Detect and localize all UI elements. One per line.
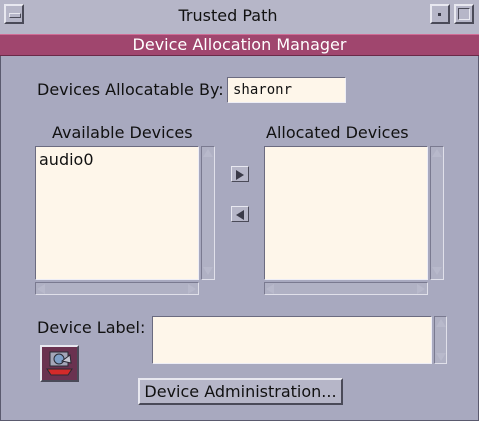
allocated-devices-heading: Allocated Devices (266, 123, 409, 142)
minimize-button[interactable] (430, 4, 450, 24)
deallocate-button[interactable] (231, 206, 249, 222)
scroll-left-icon[interactable] (37, 284, 45, 294)
minimize-icon (438, 13, 441, 16)
allocated-devices-list[interactable] (264, 146, 428, 280)
device-icon-button[interactable] (40, 345, 79, 382)
scroll-down-icon[interactable] (432, 267, 442, 275)
scroll-up-icon[interactable] (432, 149, 442, 157)
window-menu-icon (9, 13, 21, 18)
scroll-up-icon[interactable] (203, 149, 213, 157)
available-vertical-scrollbar[interactable] (201, 146, 215, 280)
scroll-right-icon[interactable] (188, 284, 196, 294)
scroll-down-icon[interactable] (203, 267, 213, 275)
device-label-scrollbar[interactable] (434, 316, 447, 364)
allocated-horizontal-scrollbar[interactable] (264, 282, 428, 295)
scroll-down-icon[interactable] (436, 353, 446, 361)
allocate-button[interactable] (231, 166, 249, 182)
dialog-title: Device Allocation Manager (132, 35, 347, 54)
owner-field[interactable]: sharonr (227, 77, 346, 103)
left-triangle-icon (236, 210, 244, 220)
device-administration-button[interactable]: Device Administration... (138, 378, 343, 405)
available-devices-heading: Available Devices (52, 123, 193, 142)
right-triangle-icon (236, 170, 244, 180)
window-title: Trusted Path (178, 6, 278, 25)
available-devices-list[interactable]: audio0 (35, 146, 199, 280)
window-menu-button[interactable] (4, 4, 24, 24)
scroll-left-icon[interactable] (266, 284, 274, 294)
allocated-vertical-scrollbar[interactable] (430, 146, 444, 280)
device-label-caption: Device Label: (37, 318, 146, 337)
maximize-button[interactable] (454, 4, 474, 24)
title-bar[interactable]: Trusted Path (0, 0, 479, 35)
scroll-up-icon[interactable] (436, 319, 446, 327)
list-item[interactable]: audio0 (39, 150, 94, 169)
available-horizontal-scrollbar[interactable] (35, 282, 199, 295)
owner-label: Devices Allocatable By: (37, 80, 224, 99)
maximize-icon (458, 8, 470, 20)
device-allocation-icon (46, 351, 73, 376)
device-label-field[interactable] (152, 316, 432, 364)
scroll-right-icon[interactable] (417, 284, 425, 294)
